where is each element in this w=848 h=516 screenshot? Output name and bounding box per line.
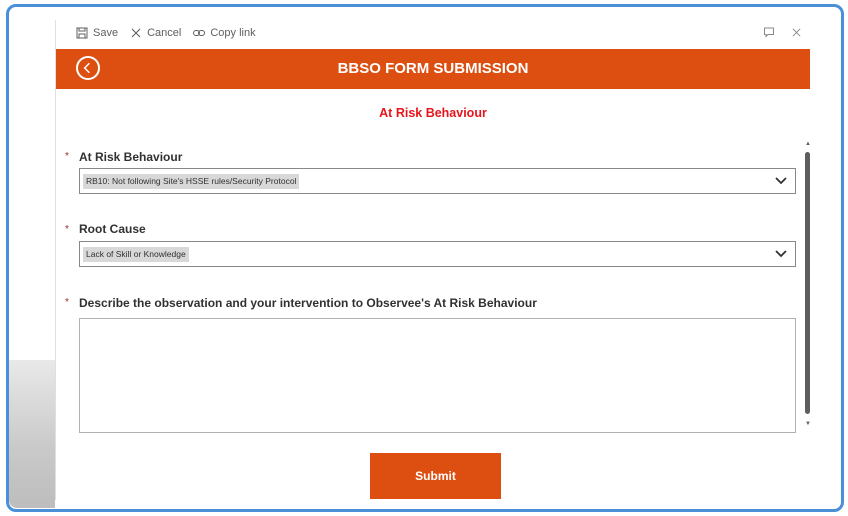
scroll-up-arrow-icon[interactable]: ▲ (805, 141, 811, 147)
copy-link-label: Copy link (210, 27, 256, 39)
required-marker: * (65, 224, 69, 235)
chat-icon (764, 27, 774, 38)
form-title: BBSO FORM SUBMISSION (337, 60, 529, 77)
save-button[interactable]: Save (76, 27, 118, 39)
copy-link-button[interactable]: Copy link (193, 27, 256, 39)
save-icon (76, 27, 88, 39)
link-icon (193, 30, 206, 36)
cancel-label: Cancel (147, 27, 182, 39)
at-risk-behaviour-dropdown[interactable]: RB10: Not following Site's HSSE rules/Se… (79, 168, 796, 194)
command-bar: Save Cancel Copy link (76, 22, 268, 44)
scroll-down-arrow-icon[interactable]: ▼ (805, 421, 811, 427)
root-cause-dropdown[interactable]: Lack of Skill or Knowledge (79, 241, 796, 267)
close-panel-button[interactable] (791, 24, 802, 40)
description-label: Describe the observation and your interv… (79, 296, 537, 310)
chat-button[interactable] (763, 24, 775, 40)
required-marker: * (65, 297, 69, 308)
save-label: Save (93, 27, 119, 39)
cancel-button[interactable]: Cancel (130, 27, 181, 39)
submit-button[interactable]: Submit (370, 453, 501, 499)
description-textarea[interactable] (79, 318, 796, 433)
scrollbar-thumb[interactable] (805, 152, 810, 414)
background-page-edge (9, 360, 55, 508)
section-title: At Risk Behaviour (379, 106, 487, 120)
close-icon (792, 28, 801, 36)
form-header: BBSO FORM SUBMISSION (56, 49, 810, 89)
panel-left-divider (55, 20, 56, 500)
root-cause-label: Root Cause (79, 222, 146, 236)
at-risk-behaviour-label: At Risk Behaviour (79, 150, 183, 164)
root-cause-value: Lack of Skill or Knowledge (83, 247, 189, 262)
chevron-down-icon (775, 177, 787, 185)
required-marker: * (65, 151, 69, 162)
close-icon (131, 28, 141, 38)
at-risk-behaviour-value: RB10: Not following Site's HSSE rules/Se… (83, 174, 300, 189)
chevron-down-icon (775, 250, 787, 258)
